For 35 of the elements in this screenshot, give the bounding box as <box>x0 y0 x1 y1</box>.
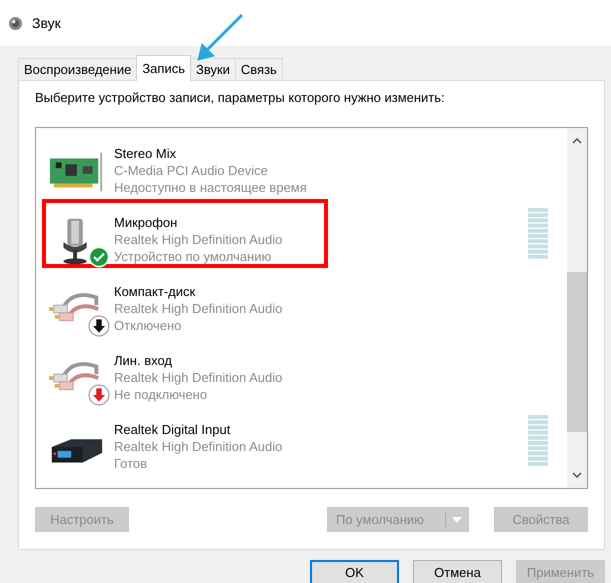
device-driver: Realtek High Definition Audio <box>114 438 282 455</box>
tab[interactable]: Запись <box>136 55 191 81</box>
device-item[interactable]: Микрофон Realtek High Definition Audio Устройство по умолчанию <box>42 199 560 268</box>
device-status: Устройство по умолчанию <box>114 248 272 265</box>
device-name: Stereo Mix <box>114 145 178 162</box>
instruction-text: Выберите устройство записи, параметры которого нужно изменить: <box>35 90 446 105</box>
device-status: Отключено <box>114 317 182 334</box>
tab[interactable]: Звуки <box>190 58 236 80</box>
device-status: Не подключено <box>114 386 208 403</box>
arrow-annotation <box>196 12 246 62</box>
tab[interactable]: Связь <box>234 58 283 80</box>
device-driver: C-Media PCI Audio Device <box>114 162 269 179</box>
scroll-down-icon[interactable] <box>572 472 582 478</box>
speaker-icon <box>8 16 23 30</box>
device-driver: Realtek High Definition Audio <box>114 231 282 248</box>
device-driver: Realtek High Definition Audio <box>114 300 282 317</box>
level-meter-icon <box>528 208 548 260</box>
dialog-button[interactable]: Отмена <box>413 560 502 583</box>
device-item[interactable]: Realtek Digital Input Realtek High Definition Audio Готов <box>42 406 560 475</box>
device-item[interactable]: Stereo Mix C-Media PCI Audio Device Недоступно в настоящее время <box>42 130 560 199</box>
device-name: Компакт-диск <box>114 283 196 300</box>
device-status: Готов <box>114 455 148 472</box>
device-item[interactable]: Лин. вход Realtek High Definition Audio Не подключено <box>42 337 560 406</box>
scroll-up-icon[interactable] <box>572 138 582 144</box>
tab[interactable]: Воспроизведение <box>18 58 138 80</box>
dialog-button[interactable]: OK <box>310 560 399 583</box>
device-status: Недоступно в настоящее время <box>114 179 307 196</box>
scroll-thumb[interactable] <box>567 272 587 432</box>
device-name: Лин. вход <box>114 352 173 369</box>
device-name: Микрофон <box>114 214 178 231</box>
level-meter-icon <box>528 415 548 467</box>
device-name: Realtek Digital Input <box>114 421 232 438</box>
device-driver: Realtek High Definition Audio <box>114 369 282 386</box>
scrollbar[interactable] <box>567 128 587 488</box>
window-title: Звук <box>32 15 61 31</box>
